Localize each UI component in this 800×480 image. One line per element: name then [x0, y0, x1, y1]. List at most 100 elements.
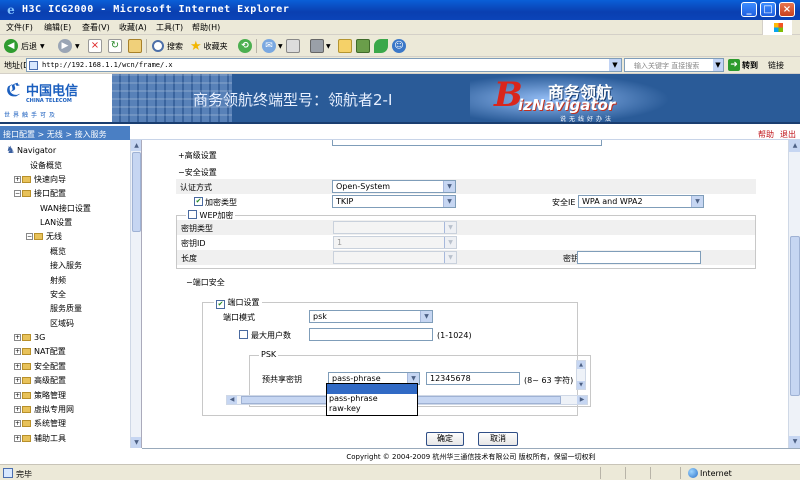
- length-select[interactable]: ▼: [333, 251, 457, 264]
- key-type-select[interactable]: ▼: [333, 221, 457, 234]
- forward-button[interactable]: ▶ ▼: [58, 38, 80, 54]
- sidebar-item-radio[interactable]: 射频: [50, 274, 66, 286]
- scroll-up-icon[interactable]: ▲: [577, 361, 585, 369]
- windows-flag-icon: [774, 23, 783, 32]
- exit-link[interactable]: 退出: [780, 129, 796, 140]
- collapse-icon: −: [186, 278, 193, 287]
- refresh-button[interactable]: ↻: [108, 38, 122, 54]
- max-users-hint: (1-1024): [437, 331, 472, 340]
- go-button[interactable]: ➜ 转到: [728, 59, 758, 71]
- sidebar-item-security[interactable]: 安全: [50, 288, 66, 300]
- sidebar-item-quick-wizard[interactable]: + 快速向导: [14, 173, 66, 185]
- sidebar-item-label: 设备概览: [30, 160, 62, 170]
- security-ie-select[interactable]: WPA and WPA2 ▼: [578, 195, 704, 208]
- psk-option-highlighted[interactable]: [327, 384, 417, 394]
- psk-key-value: 12345678: [430, 374, 471, 383]
- psk-vscrollbar[interactable]: ▲ ▼: [576, 360, 586, 390]
- port-security-toggle[interactable]: −端口安全: [186, 277, 225, 288]
- folder-button[interactable]: [338, 38, 352, 54]
- close-button[interactable]: ×: [779, 2, 795, 17]
- messenger-button[interactable]: [356, 38, 370, 54]
- sidebar-item-access-service[interactable]: 接入服务: [50, 259, 82, 271]
- sidebar-item-lan-settings[interactable]: LAN设置: [40, 216, 72, 228]
- sidebar-item-wireless[interactable]: − 无线: [26, 230, 62, 242]
- sidebar-item-interface-config[interactable]: − 接口配置: [14, 187, 66, 199]
- scroll-thumb[interactable]: [132, 152, 141, 232]
- scroll-down-icon[interactable]: ▼: [131, 437, 141, 448]
- search-dropdown-icon[interactable]: ▼: [713, 59, 723, 71]
- max-users-checkbox[interactable]: [239, 330, 248, 339]
- menu-help[interactable]: 帮助(H): [192, 22, 220, 33]
- sidebar-root[interactable]: ♞ Navigator: [6, 144, 56, 156]
- psk-type-dropdown[interactable]: pass-phrase raw-key: [326, 383, 418, 416]
- address-dropdown-icon[interactable]: ▼: [609, 59, 621, 71]
- cancel-button[interactable]: 取消: [478, 432, 518, 446]
- sidebar-item-qos[interactable]: 服务质量: [50, 302, 82, 314]
- research-button[interactable]: [374, 38, 388, 54]
- search-button[interactable]: 搜索: [152, 38, 183, 54]
- home-button[interactable]: [128, 38, 142, 54]
- max-users-input[interactable]: [309, 328, 433, 341]
- main-scrollbar[interactable]: ▲ ▼: [788, 140, 800, 448]
- key-id-select[interactable]: 1 ▼: [333, 236, 457, 249]
- max-users-label: 最大用户数: [251, 331, 291, 340]
- port-settings-checkbox[interactable]: ✔: [216, 300, 225, 309]
- menu-view[interactable]: 查看(V): [82, 22, 110, 33]
- sidebar-item-region-code[interactable]: 区域码: [50, 317, 74, 329]
- scroll-down-icon[interactable]: ▼: [577, 381, 585, 389]
- sidebar-item-tools[interactable]: + 辅助工具: [14, 432, 66, 444]
- sidebar-item-security-config[interactable]: + 安全配置: [14, 360, 66, 372]
- sidebar-item-vpn[interactable]: + 虚拟专用网: [14, 403, 74, 415]
- menu-file[interactable]: 文件(F): [6, 22, 33, 33]
- address-input[interactable]: http://192.168.1.1/wcn/frame/.x ▼: [26, 58, 622, 72]
- scroll-down-icon[interactable]: ▼: [789, 436, 800, 448]
- menu-favorites[interactable]: 收藏(A): [119, 22, 147, 33]
- sidebar-item-wan-settings[interactable]: WAN接口设置: [40, 202, 91, 214]
- favorites-button[interactable]: ★ 收藏夹: [190, 38, 228, 54]
- stop-button[interactable]: ×: [88, 38, 102, 54]
- print-button[interactable]: [286, 38, 300, 54]
- scroll-right-icon[interactable]: ▶: [577, 396, 587, 404]
- psk-option-raw-key[interactable]: raw-key: [327, 404, 417, 414]
- sidebar-item-nat[interactable]: + NAT配置: [14, 345, 66, 357]
- maximize-button[interactable]: □: [760, 2, 776, 17]
- sidebar-item-overview[interactable]: 概览: [50, 245, 66, 257]
- help-link[interactable]: 帮助: [758, 129, 774, 140]
- edit-button[interactable]: ▼: [310, 38, 331, 54]
- advanced-settings-toggle[interactable]: +高级设置: [178, 150, 217, 161]
- history-button[interactable]: ⟲: [238, 38, 252, 54]
- scroll-up-icon[interactable]: ▲: [789, 140, 800, 152]
- sidebar-item-3g[interactable]: +3G: [14, 331, 45, 343]
- sidebar-scrollbar[interactable]: ▲ ▼: [130, 140, 141, 448]
- discuss-button[interactable]: ☺: [392, 38, 406, 54]
- port-mode-select[interactable]: psk ▼: [309, 310, 433, 323]
- sidebar-item-policy[interactable]: + 策略管理: [14, 389, 66, 401]
- psk-option-pass-phrase[interactable]: pass-phrase: [327, 394, 417, 404]
- sidebar-item-system[interactable]: + 系统管理: [14, 417, 66, 429]
- sidebar-item-label: WAN接口设置: [40, 203, 91, 213]
- security-settings-toggle[interactable]: −安全设置: [178, 167, 217, 178]
- encrypt-checkbox[interactable]: ✔: [194, 197, 203, 206]
- confirm-button[interactable]: 确定: [426, 432, 464, 446]
- auth-select[interactable]: Open-System ▼: [332, 180, 456, 193]
- toolbar-separator: [146, 39, 147, 53]
- wep-checkbox[interactable]: [188, 210, 197, 219]
- psk-key-input[interactable]: 12345678: [426, 372, 520, 385]
- back-button[interactable]: ◀ 后退 ▼: [4, 38, 45, 54]
- browser-window: e H3C ICG2000 - Microsoft Internet Explo…: [0, 0, 800, 480]
- sidebar-item-device-overview[interactable]: 设备概览: [30, 159, 62, 171]
- links-button[interactable]: 链接: [768, 60, 784, 71]
- menu-edit[interactable]: 编辑(E): [44, 22, 71, 33]
- search-input[interactable]: 输入关键字 直接搜索 ▼: [624, 58, 724, 72]
- mail-button[interactable]: ✉ ▼: [262, 38, 283, 54]
- scroll-thumb[interactable]: [790, 236, 800, 396]
- minimize-button[interactable]: _: [741, 2, 757, 17]
- scroll-up-icon[interactable]: ▲: [131, 140, 141, 151]
- scroll-left-icon[interactable]: ◀: [227, 396, 237, 404]
- sidebar-item-advanced-config[interactable]: + 高级配置: [14, 374, 66, 386]
- key-input[interactable]: [577, 251, 701, 264]
- edit-icon: [310, 39, 324, 53]
- encrypt-select[interactable]: TKIP ▼: [332, 195, 456, 208]
- folder-icon: [22, 391, 31, 399]
- menu-tools[interactable]: 工具(T): [156, 22, 183, 33]
